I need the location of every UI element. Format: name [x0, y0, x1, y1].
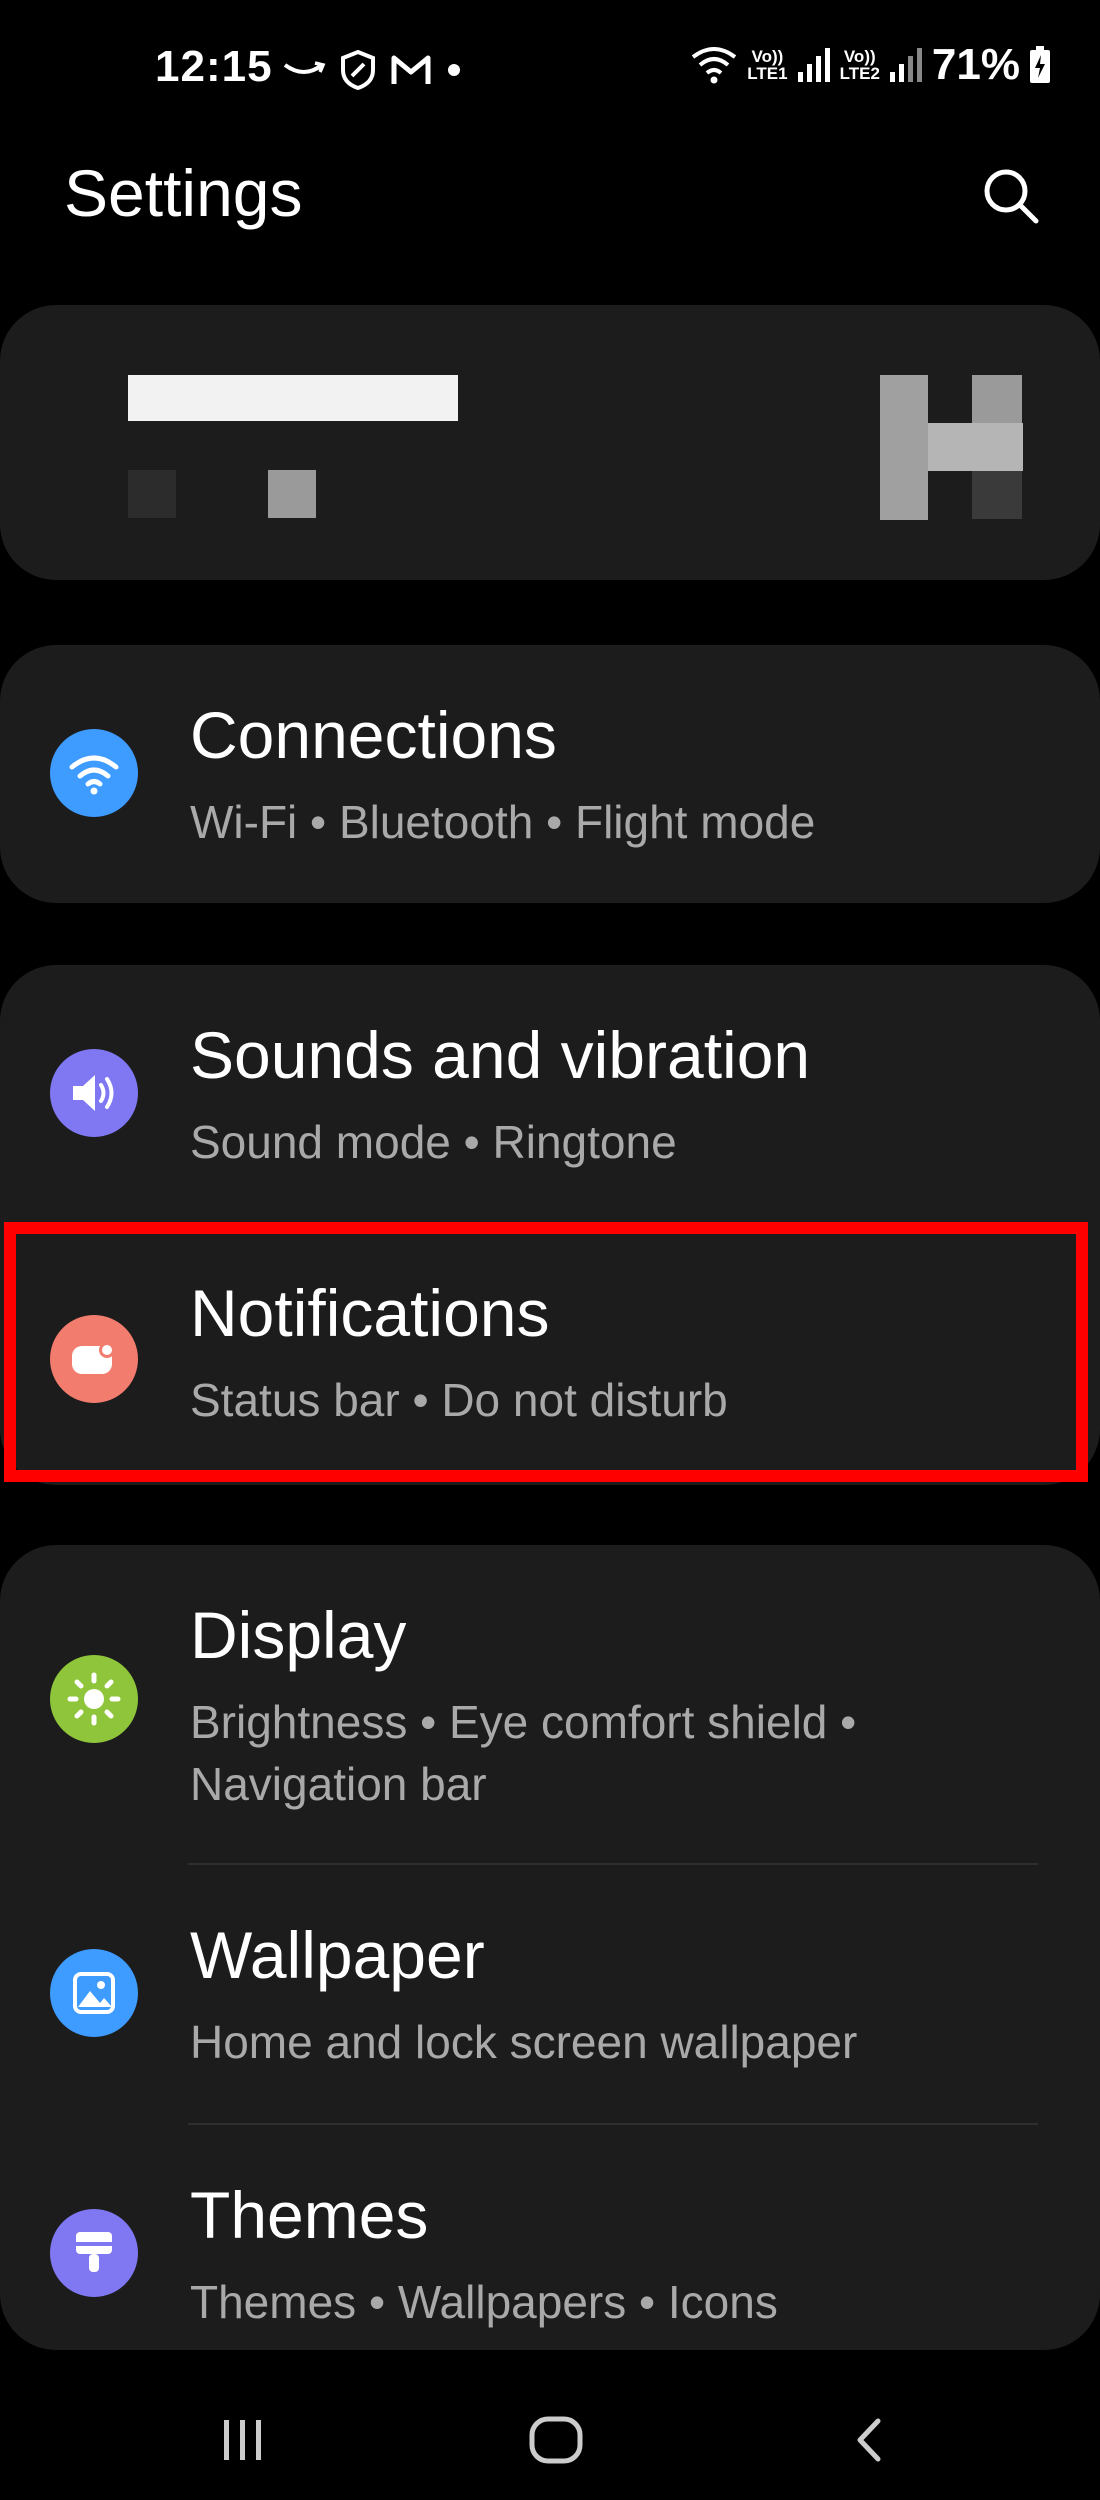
clock: 12:15 — [155, 42, 273, 91]
avatar-part — [972, 471, 1022, 519]
amazon-icon — [283, 61, 326, 74]
item-title: Connections — [190, 698, 557, 772]
wifi-icon — [692, 47, 737, 84]
settings-item-display[interactable]: Display Brightness • Eye comfort shield … — [0, 1545, 1100, 1865]
home-button[interactable] — [516, 2400, 596, 2480]
settings-item-wallpaper[interactable]: Wallpaper Home and lock screen wallpaper — [0, 1865, 1100, 2123]
connections-card: Connections Wi-Fi • Bluetooth • Flight m… — [0, 645, 1100, 903]
gmail-icon — [391, 55, 431, 84]
back-button[interactable] — [830, 2400, 910, 2480]
account-card[interactable] — [0, 305, 1100, 580]
redacted-block — [268, 470, 316, 518]
signal-icon — [797, 48, 830, 82]
avatar — [880, 375, 928, 520]
item-subtitle: Themes • Wallpapers • Icons — [190, 2276, 778, 2328]
item-subtitle: Wi-Fi • Bluetooth • Flight mode — [190, 796, 816, 848]
avatar-part — [972, 375, 1022, 423]
back-icon — [857, 2418, 881, 2462]
sun-icon — [50, 1655, 138, 1743]
dot-icon — [448, 64, 460, 76]
battery-percent: 71% — [931, 40, 1020, 89]
speaker-icon — [50, 1049, 138, 1137]
search-icon — [984, 169, 1039, 224]
image-icon — [50, 1949, 138, 2037]
notification-icons — [282, 50, 462, 90]
item-title: Sounds and vibration — [190, 1018, 811, 1092]
recent-apps-icon — [224, 2420, 261, 2460]
highlight-box — [4, 1222, 1088, 1482]
signal-icon — [889, 48, 922, 82]
redacted-block — [128, 470, 176, 518]
sim1-label: Vo)) LTE1 — [747, 47, 788, 83]
item-title: Themes — [190, 2178, 429, 2252]
recent-apps-button[interactable] — [203, 2400, 283, 2480]
display-card: Display Brightness • Eye comfort shield … — [0, 1545, 1100, 2350]
battery-charging-icon — [1030, 46, 1050, 83]
avatar-part — [928, 423, 1023, 471]
wifi-icon — [50, 729, 138, 817]
item-subtitle: Home and lock screen wallpaper — [190, 2016, 858, 2068]
settings-item-themes[interactable]: Themes Themes • Wallpapers • Icons — [0, 2125, 1100, 2350]
account-name-redacted — [128, 375, 458, 421]
item-subtitle: Brightness • Eye comfort shield • — [190, 1696, 857, 1748]
shield-icon — [341, 50, 375, 90]
navigation-bar — [0, 2370, 1100, 2500]
settings-item-connections[interactable]: Connections Wi-Fi • Bluetooth • Flight m… — [0, 645, 1100, 903]
sim2-label: Vo)) LTE2 — [839, 47, 880, 83]
search-button[interactable] — [980, 165, 1042, 227]
item-title: Display — [190, 1598, 407, 1672]
item-title: Wallpaper — [190, 1918, 485, 1992]
settings-item-sounds[interactable]: Sounds and vibration Sound mode • Ringto… — [0, 965, 1100, 1223]
brush-icon — [50, 2209, 138, 2297]
item-subtitle: Navigation bar — [190, 1758, 487, 1810]
status-bar: 12:15 Vo)) LTE1 Vo)) LTE2 71% — [0, 0, 1100, 140]
page-title: Settings — [64, 156, 303, 230]
item-subtitle: Sound mode • Ringtone — [190, 1116, 677, 1168]
home-icon — [529, 2416, 583, 2464]
system-icons: Vo)) LTE1 Vo)) LTE2 71% — [689, 40, 1052, 90]
